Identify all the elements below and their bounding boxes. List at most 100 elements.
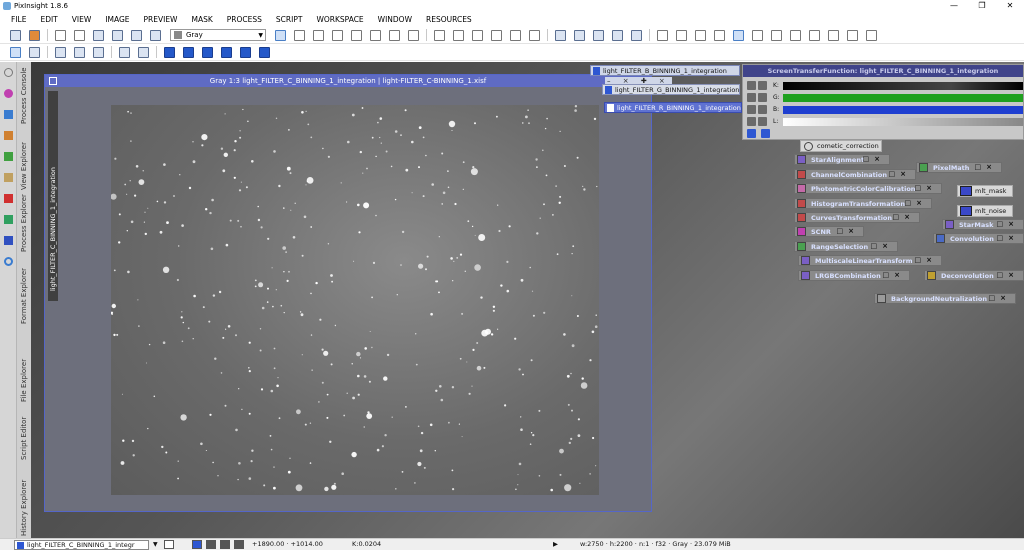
stf-slider-l[interactable] — [783, 118, 1023, 126]
process-icon[interactable]: BackgroundNeutralization □× — [874, 293, 1016, 304]
process-icon-buttons[interactable]: □× — [883, 271, 905, 279]
process-icon[interactable]: HistogramTransformation □× — [794, 198, 932, 209]
close-button[interactable]: ✕ — [996, 0, 1024, 12]
process-icon-buttons[interactable]: □× — [905, 199, 927, 207]
zoom-icon[interactable] — [747, 93, 756, 102]
tab-process-explorer[interactable]: Process Explorer — [20, 194, 28, 252]
stf-title[interactable]: ScreenTransferFunction: light_FILTER_C_B… — [743, 65, 1023, 77]
process-icon-buttons[interactable]: □× — [997, 271, 1019, 279]
checkbox-icon[interactable] — [163, 540, 174, 549]
layout-icon[interactable] — [93, 46, 104, 58]
workspace-icon[interactable] — [138, 46, 149, 58]
toolbar-tool-icon[interactable] — [112, 29, 123, 41]
mask-icon[interactable]: mlt_noise — [957, 205, 1013, 217]
image-window-titlebar[interactable]: Gray 1:3 light_FILTER_C_BINNING_1_integr… — [45, 75, 651, 87]
gear-icon[interactable] — [4, 68, 13, 77]
toolbar-panel-icon[interactable] — [10, 29, 21, 41]
minimized-window-r[interactable]: light_FILTER_R_BINNING_1_integration — [604, 102, 742, 113]
readout-mode-icon[interactable] — [275, 29, 286, 41]
wrench-icon[interactable] — [747, 117, 756, 126]
monitor-icon[interactable] — [74, 46, 85, 58]
align-icon[interactable] — [240, 46, 251, 58]
history-icon[interactable] — [866, 29, 877, 41]
tab-process-console[interactable]: Process Console — [20, 67, 28, 124]
stf-24bit-icon[interactable] — [809, 29, 820, 41]
arrow-left-icon[interactable] — [164, 46, 175, 58]
mask-enable-icon[interactable] — [714, 29, 725, 41]
process-icon-buttons[interactable]: □× — [893, 213, 915, 221]
zoom-out-icon[interactable] — [453, 29, 464, 41]
process-icon[interactable]: ChannelCombination □× — [794, 169, 916, 180]
minimized-window-b[interactable]: light_FILTER_B_BINNING_1_integration — [590, 65, 740, 76]
process-icon-buttons[interactable]: □× — [889, 170, 911, 178]
channel-mode-icon[interactable] — [219, 540, 230, 549]
menu-window[interactable]: WINDOW — [378, 15, 412, 24]
play-icon[interactable]: ▶ — [553, 540, 558, 548]
view-select[interactable]: light_FILTER_C_BINNING_1_integr — [14, 539, 149, 550]
tab-view-explorer[interactable]: View Explorer — [20, 142, 28, 190]
process-icon[interactable]: Deconvolution □× — [924, 270, 1024, 281]
toolbar-color-icon[interactable] — [29, 29, 40, 41]
layers-icon[interactable] — [4, 236, 13, 245]
minimize-button[interactable]: — — [940, 0, 968, 12]
image-window[interactable]: Gray 1:3 light_FILTER_C_BINNING_1_integr… — [44, 74, 652, 512]
cylinder-icon[interactable] — [4, 173, 13, 182]
pyramid-icon[interactable] — [4, 131, 13, 140]
process-icon[interactable]: MultiscaleLinearTransform □× — [798, 255, 942, 266]
mask-show-icon[interactable] — [676, 29, 687, 41]
grid-icon[interactable] — [259, 46, 270, 58]
stf-slider-k[interactable] — [783, 82, 1023, 90]
toolbar-tool-icon[interactable] — [93, 29, 104, 41]
stf-link-icon[interactable] — [790, 29, 801, 41]
process-icon[interactable]: RangeSelection □× — [794, 241, 898, 252]
explorer-icon[interactable] — [828, 29, 839, 41]
image-vertical-tab[interactable]: light_FILTER_C_BINNING_1_integration — [48, 91, 58, 301]
tab-file-explorer[interactable]: File Explorer — [20, 359, 28, 402]
play-icon[interactable] — [4, 194, 13, 203]
pointer-icon[interactable] — [408, 29, 419, 41]
undo-icon[interactable] — [55, 29, 66, 41]
move-icon[interactable] — [332, 29, 343, 41]
arrow-up-icon[interactable] — [202, 46, 213, 58]
process-icon[interactable]: PixelMath □× — [916, 162, 1002, 173]
redo-icon[interactable] — [74, 29, 85, 41]
process-icon[interactable]: SCNR □× — [794, 226, 864, 237]
tile-icon[interactable] — [593, 29, 604, 41]
process-icon-buttons[interactable]: □× — [863, 155, 885, 163]
menu-view[interactable]: VIEW — [72, 15, 92, 24]
radiation-icon[interactable] — [747, 105, 756, 114]
link-icon[interactable] — [747, 81, 756, 90]
stf-slider-g[interactable] — [783, 94, 1023, 102]
square-icon[interactable] — [4, 110, 13, 119]
minimized-window-g[interactable]: light_FILTER_G_BINNING_1_integration — [602, 84, 740, 95]
process-icon-buttons[interactable]: □× — [837, 227, 859, 235]
zoom-in-icon[interactable] — [434, 29, 445, 41]
process-icon[interactable]: PhotometricColorCalibration □× — [794, 183, 942, 194]
stf-icon[interactable] — [733, 29, 744, 41]
menu-preview[interactable]: PREVIEW — [144, 15, 178, 24]
mask-invert-icon[interactable] — [695, 29, 706, 41]
arrow-right-icon[interactable] — [221, 46, 232, 58]
zoom-3-icon[interactable] — [529, 29, 540, 41]
menu-mask[interactable]: MASK — [191, 15, 212, 24]
process-icon-buttons[interactable]: □× — [997, 234, 1019, 242]
toolbar-tool-icon[interactable] — [131, 29, 142, 41]
stf-auto-icon[interactable] — [752, 29, 763, 41]
menu-edit[interactable]: EDIT — [40, 15, 57, 24]
display-icon[interactable] — [119, 46, 130, 58]
process-icon-buttons[interactable]: □× — [997, 220, 1019, 228]
instance-icon[interactable] — [747, 129, 756, 138]
menu-workspace[interactable]: WORKSPACE — [316, 15, 363, 24]
zoom-mode-icon[interactable] — [294, 29, 305, 41]
zoom-fit-icon[interactable] — [472, 29, 483, 41]
cube-icon[interactable] — [4, 152, 13, 161]
process-icon-buttons[interactable]: □× — [915, 184, 937, 192]
menu-resources[interactable]: RESOURCES — [426, 15, 472, 24]
process-icon[interactable]: cometic_correction — [800, 140, 882, 152]
process-icon[interactable]: StarMask □× — [942, 219, 1024, 230]
view-icon[interactable] — [10, 46, 21, 58]
pan-mode-icon[interactable] — [313, 29, 324, 41]
arrange-icon[interactable] — [631, 29, 642, 41]
process-icon[interactable]: CurvesTransformation □× — [794, 212, 920, 223]
mask-icon[interactable] — [657, 29, 668, 41]
